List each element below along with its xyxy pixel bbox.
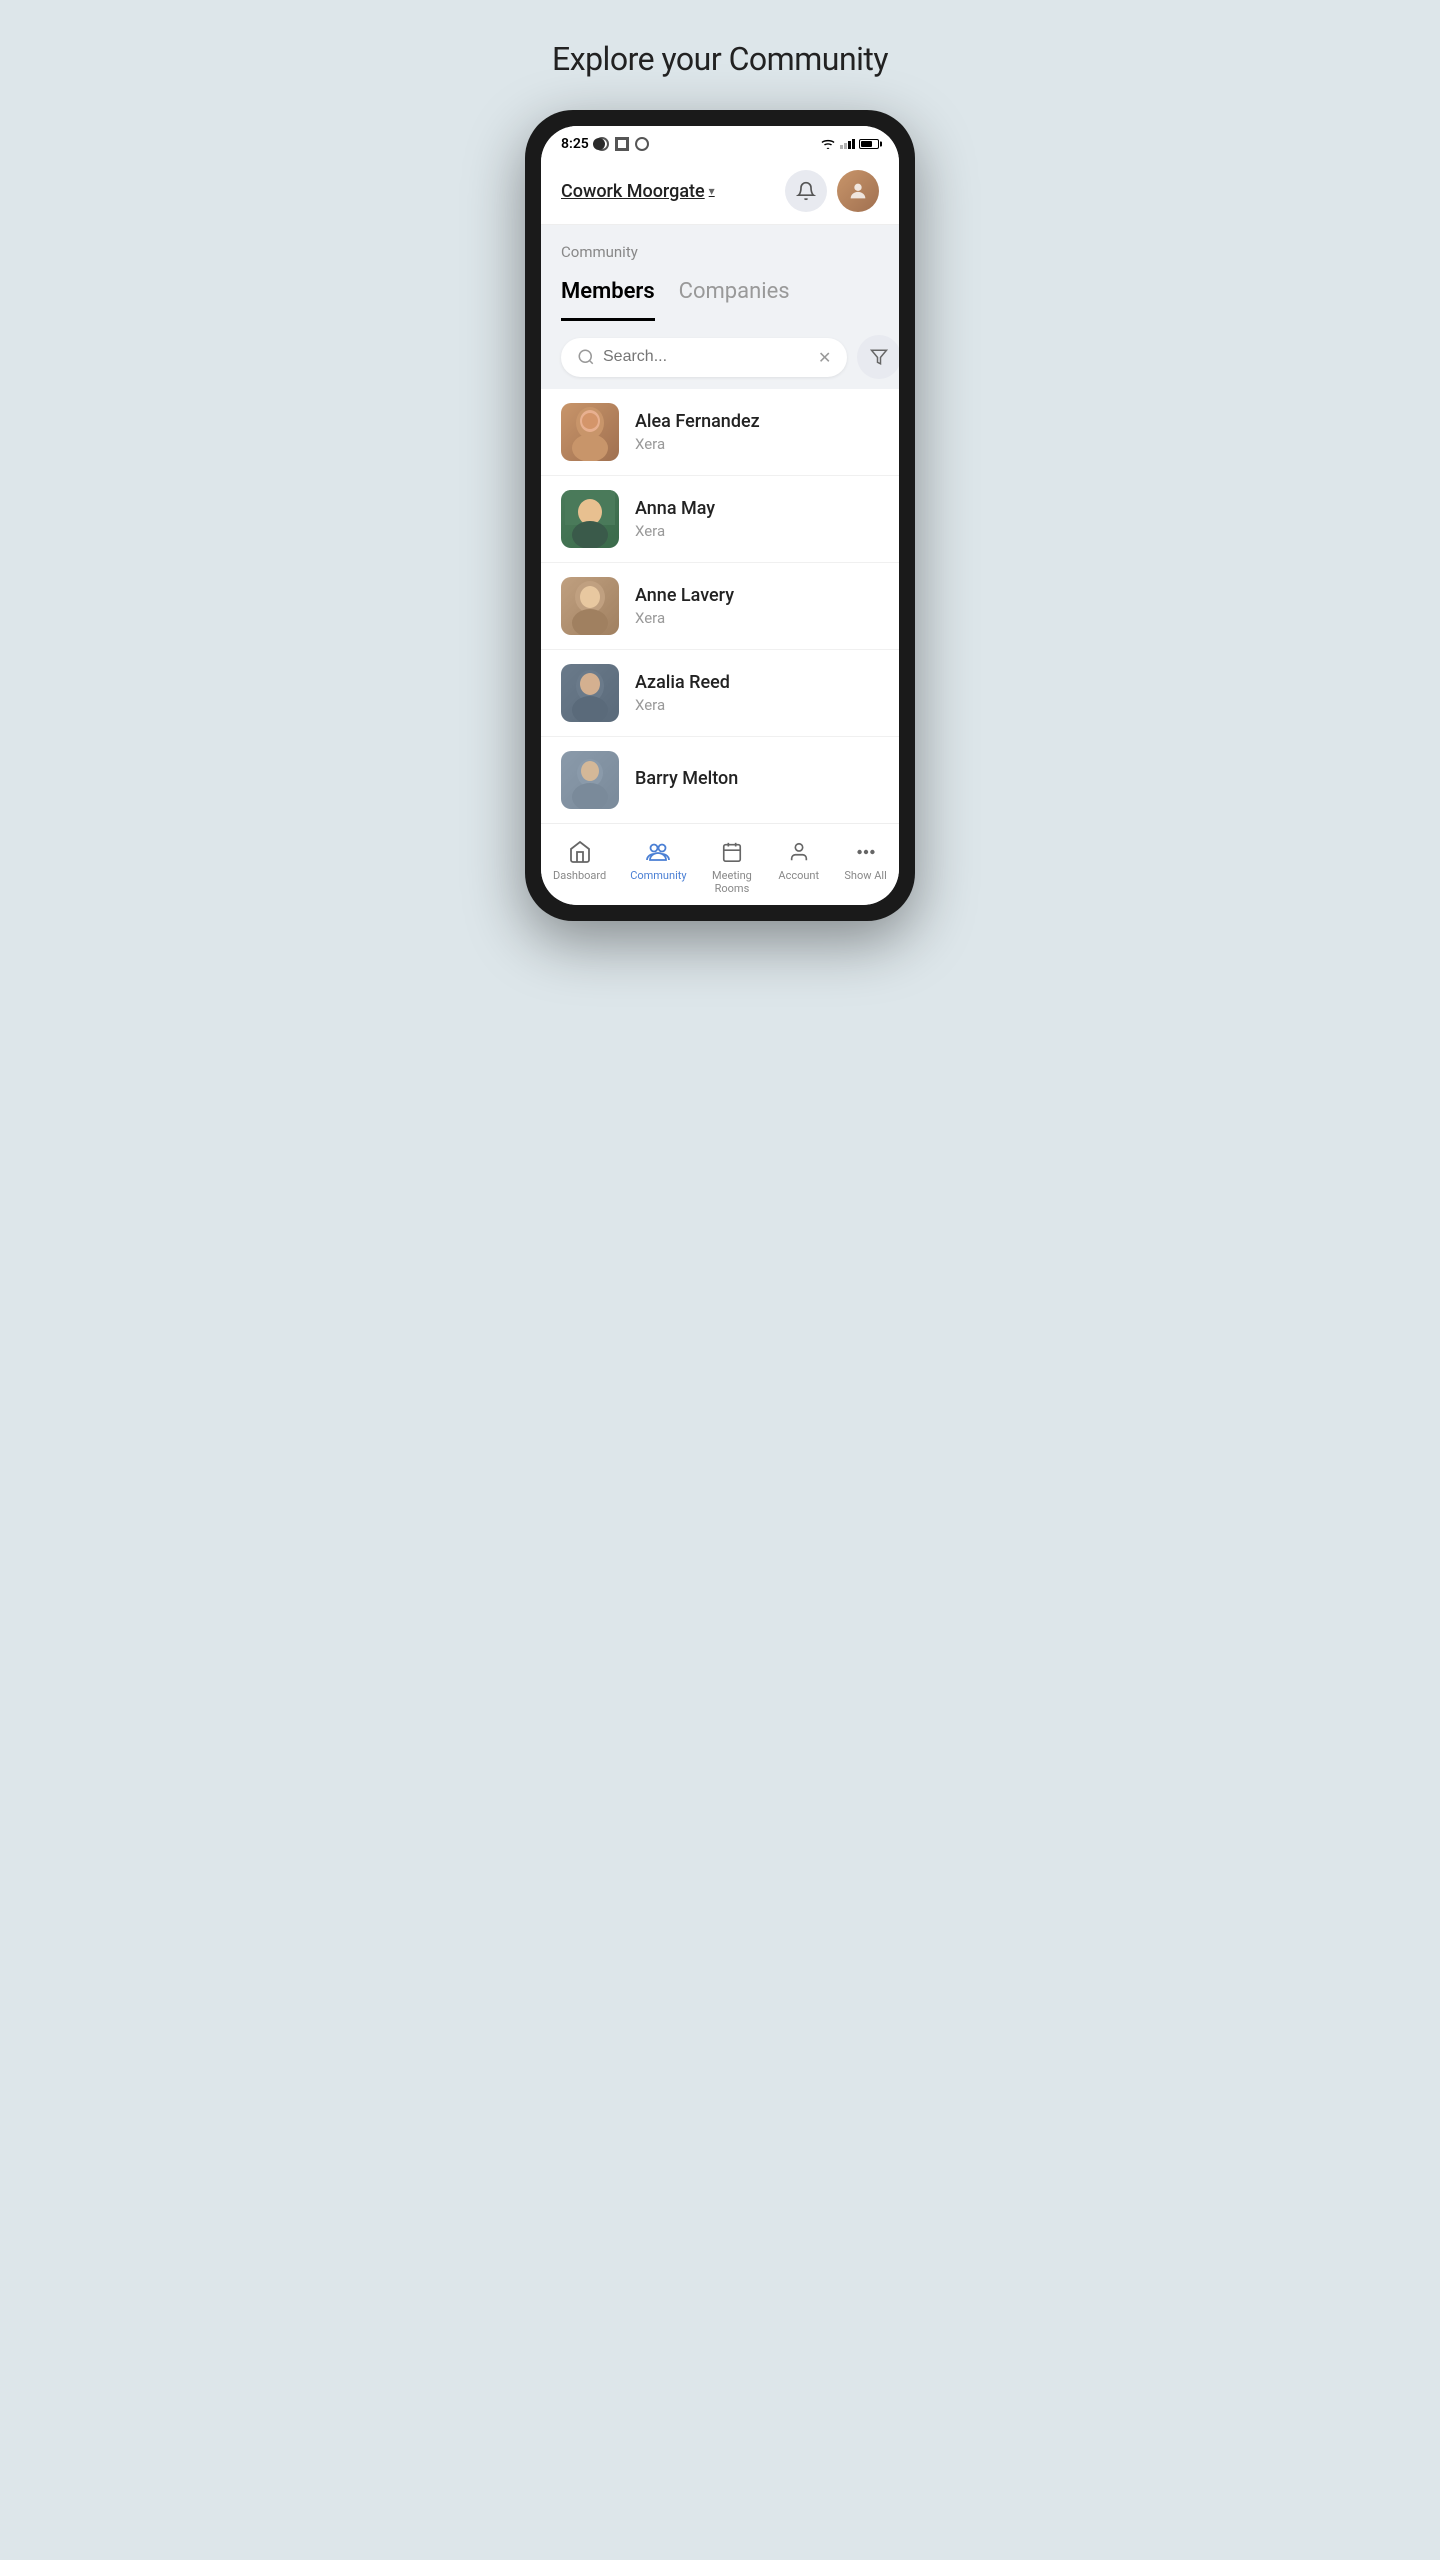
- clear-search-button[interactable]: ✕: [818, 348, 831, 367]
- nav-dashboard-label: Dashboard: [553, 869, 606, 882]
- member-name: Barry Melton: [635, 768, 738, 789]
- calendar-icon: [718, 838, 746, 866]
- nav-show-all[interactable]: Show All: [832, 834, 899, 899]
- app-content: Community Members Companies: [541, 225, 899, 823]
- avatar-illustration: [565, 490, 615, 548]
- member-name: Anne Lavery: [635, 585, 734, 606]
- member-company: Xera: [635, 609, 734, 627]
- avatar-illustration: [565, 577, 615, 635]
- phone-screen: 8:25: [541, 126, 899, 905]
- home-icon: [566, 838, 594, 866]
- phone-camera: [593, 138, 605, 150]
- list-item[interactable]: Azalia Reed Xera: [541, 650, 899, 737]
- list-item[interactable]: Alea Fernandez Xera: [541, 389, 899, 476]
- member-company: Xera: [635, 435, 760, 453]
- status-icon-2: [615, 137, 629, 151]
- section-label: Community: [541, 225, 899, 269]
- search-input-wrapper: ✕: [561, 338, 847, 377]
- nav-dashboard[interactable]: Dashboard: [541, 834, 618, 899]
- avatar-face: [561, 751, 619, 809]
- nav-show-all-label: Show All: [844, 869, 886, 882]
- page-title: Explore your Community: [552, 40, 888, 78]
- community-icon: [644, 838, 672, 866]
- avatar-face: [561, 490, 619, 548]
- list-item[interactable]: Barry Melton: [541, 737, 899, 823]
- user-avatar-icon: [847, 180, 869, 202]
- avatar-illustration: [565, 664, 615, 722]
- nav-community[interactable]: Community: [618, 834, 698, 899]
- app-header: Cowork Moorgate ▾: [541, 158, 899, 225]
- wifi-icon: [820, 136, 836, 152]
- search-icon: [577, 348, 595, 366]
- member-avatar: [561, 577, 619, 635]
- member-company: Xera: [635, 696, 730, 714]
- user-avatar[interactable]: [837, 170, 879, 212]
- signal-icon: [840, 139, 855, 149]
- bottom-nav: Dashboard Community: [541, 823, 899, 905]
- search-input[interactable]: [603, 348, 810, 366]
- tabs-container: Members Companies: [541, 269, 899, 321]
- member-name: Alea Fernandez: [635, 411, 760, 432]
- status-icons: [820, 136, 879, 152]
- avatar-illustration: [565, 751, 615, 809]
- member-info: Anna May Xera: [635, 498, 715, 540]
- nav-account[interactable]: Account: [765, 834, 832, 899]
- nav-meeting-rooms[interactable]: MeetingRooms: [699, 834, 766, 899]
- list-item[interactable]: Anne Lavery Xera: [541, 563, 899, 650]
- nav-community-label: Community: [630, 869, 686, 882]
- page-wrapper: Explore your Community 8:25: [510, 40, 930, 921]
- member-avatar: [561, 403, 619, 461]
- member-name: Anna May: [635, 498, 715, 519]
- avatar-face: [561, 403, 619, 461]
- header-actions: [785, 170, 879, 212]
- phone-frame: 8:25: [525, 110, 915, 921]
- tab-companies[interactable]: Companies: [679, 269, 790, 321]
- bell-icon: [796, 181, 816, 201]
- more-icon: [852, 838, 880, 866]
- status-time: 8:25: [561, 136, 589, 152]
- member-info: Alea Fernandez Xera: [635, 411, 760, 453]
- avatar-face: [561, 664, 619, 722]
- list-item[interactable]: Anna May Xera: [541, 476, 899, 563]
- avatar-face: [561, 577, 619, 635]
- member-name: Azalia Reed: [635, 672, 730, 693]
- status-icon-3: [635, 137, 649, 151]
- chevron-down-icon: ▾: [709, 184, 715, 198]
- member-avatar: [561, 490, 619, 548]
- search-area: ✕: [541, 321, 899, 389]
- tab-members[interactable]: Members: [561, 269, 655, 321]
- battery-icon: [859, 139, 879, 149]
- member-avatar: [561, 664, 619, 722]
- filter-button[interactable]: [857, 335, 899, 379]
- member-info: Barry Melton: [635, 768, 738, 792]
- member-list: Alea Fernandez Xera: [541, 389, 899, 823]
- location-selector[interactable]: Cowork Moorgate ▾: [561, 181, 715, 202]
- member-info: Azalia Reed Xera: [635, 672, 730, 714]
- avatar-illustration: [565, 403, 615, 461]
- nav-meeting-rooms-label: MeetingRooms: [712, 869, 752, 895]
- person-icon: [785, 838, 813, 866]
- location-name: Cowork Moorgate: [561, 181, 705, 202]
- member-avatar: [561, 751, 619, 809]
- member-company: Xera: [635, 522, 715, 540]
- nav-account-label: Account: [778, 869, 819, 882]
- filter-icon: [870, 348, 888, 366]
- notification-button[interactable]: [785, 170, 827, 212]
- member-info: Anne Lavery Xera: [635, 585, 734, 627]
